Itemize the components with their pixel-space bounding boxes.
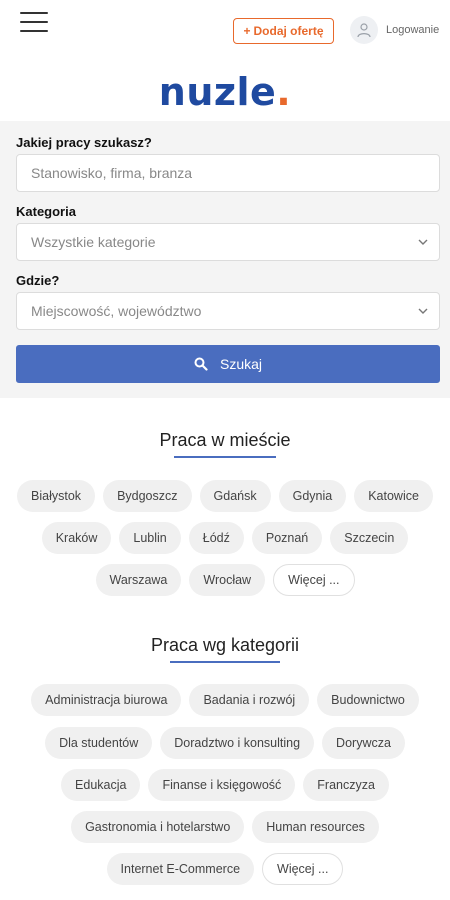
location-select-value: Miejscowość, województwo (31, 303, 202, 319)
add-offer-button[interactable]: + Dodaj ofertę (233, 18, 334, 44)
categories-title-underline (170, 661, 280, 663)
where-label: Gdzie? (16, 273, 60, 288)
login-link[interactable]: Logowanie (350, 16, 439, 44)
categories-row-4: Gastronomia i hotelarstwo Human resource… (0, 811, 450, 843)
city-chip[interactable]: Wrocław (189, 564, 266, 596)
categories-section-title: Praca wg kategorii (150, 635, 300, 655)
top-header: + Dodaj ofertę Logowanie nuzle. (0, 0, 450, 120)
job-search-placeholder: Stanowisko, firma, branza (31, 165, 193, 181)
categories-row-3: Edukacja Finanse i księgowość Franczyza (0, 769, 450, 801)
city-chip[interactable]: Lublin (119, 522, 181, 554)
job-label: Jakiej pracy szukasz? (16, 135, 152, 150)
category-chip[interactable]: Franczyza (303, 769, 389, 801)
city-chip[interactable]: Katowice (354, 480, 433, 512)
login-label: Logowanie (386, 24, 440, 36)
search-button[interactable]: Szukaj (16, 345, 440, 383)
category-select-value: Wszystkie kategorie (31, 234, 156, 250)
plus-icon: + (243, 24, 251, 38)
category-chip[interactable]: Administracja biurowa (31, 684, 182, 716)
job-search-input[interactable]: Stanowisko, firma, branza (16, 154, 440, 192)
location-select[interactable]: Miejscowość, województwo (16, 292, 440, 330)
city-chip[interactable]: Gdańsk (199, 480, 271, 512)
search-icon (194, 357, 208, 371)
chevron-down-icon (418, 308, 428, 314)
category-chip[interactable]: Finanse i księgowość (148, 769, 296, 801)
category-chip[interactable]: Edukacja (61, 769, 141, 801)
cities-more-button[interactable]: Więcej ... (273, 564, 355, 596)
categories-row-1: Administracja biurowa Badania i rozwój B… (0, 684, 450, 716)
city-chip[interactable]: Bydgoszcz (103, 480, 192, 512)
chevron-down-icon (418, 239, 428, 245)
categories-more-button[interactable]: Więcej ... (262, 853, 344, 885)
category-chip[interactable]: Dorywcza (322, 727, 405, 759)
category-chip[interactable]: Human resources (252, 811, 379, 843)
category-chip[interactable]: Internet E-Commerce (106, 853, 255, 885)
logo-text: nuzle (158, 70, 277, 114)
logo-dot: . (276, 70, 292, 114)
city-chip[interactable]: Kraków (41, 522, 112, 554)
search-panel: Jakiej pracy szukasz? Stanowisko, firma,… (0, 121, 450, 398)
search-button-label: Szukaj (219, 356, 263, 372)
city-chip[interactable]: Białystok (17, 480, 96, 512)
category-chip[interactable]: Badania i rozwój (189, 684, 310, 716)
category-chip[interactable]: Budownictwo (317, 684, 419, 716)
categories-row-2: Dla studentów Doradztwo i konsulting Dor… (0, 727, 450, 759)
cities-section-title: Praca w mieście (159, 430, 291, 450)
city-chip[interactable]: Poznań (251, 522, 323, 554)
categories-row-5: Internet E-Commerce Więcej ... (0, 853, 450, 885)
category-select[interactable]: Wszystkie kategorie (16, 223, 440, 261)
menu-icon[interactable] (20, 12, 48, 34)
cities-row-1: Białystok Bydgoszcz Gdańsk Gdynia Katowi… (0, 480, 450, 512)
category-chip[interactable]: Doradztwo i konsulting (160, 727, 315, 759)
city-chip[interactable]: Gdynia (278, 480, 347, 512)
logo[interactable]: nuzle. (0, 70, 450, 114)
cities-row-3: Warszawa Wrocław Więcej ... (0, 564, 450, 596)
add-offer-label: Dodaj ofertę (253, 24, 324, 38)
city-chip[interactable]: Szczecin (330, 522, 409, 554)
category-label: Kategoria (16, 204, 76, 219)
category-chip[interactable]: Dla studentów (45, 727, 153, 759)
city-chip[interactable]: Łódź (188, 522, 244, 554)
cities-row-2: Kraków Lublin Łódź Poznań Szczecin (0, 522, 450, 554)
user-icon (350, 16, 378, 44)
cities-title-underline (174, 456, 276, 458)
category-chip[interactable]: Gastronomia i hotelarstwo (71, 811, 245, 843)
city-chip[interactable]: Warszawa (95, 564, 182, 596)
